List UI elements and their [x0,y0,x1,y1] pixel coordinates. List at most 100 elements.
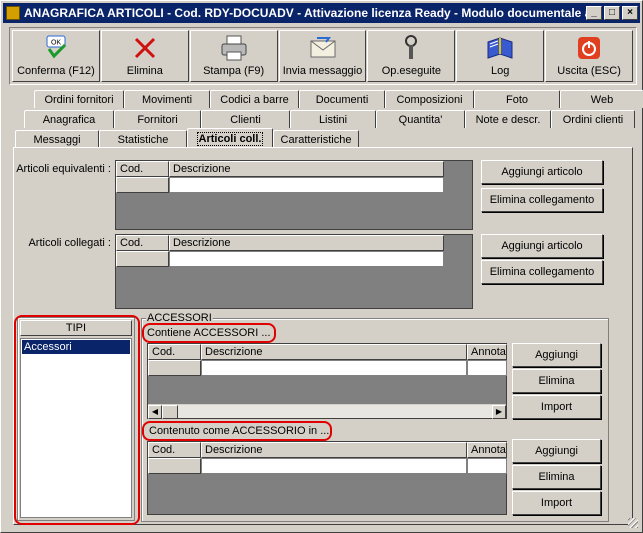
tab-quantita[interactable]: Quantita' [376,110,465,128]
tab-caratteristiche[interactable]: Caratteristiche [273,130,359,148]
col-descrizione-header[interactable]: Descrizione [201,442,467,458]
tab-statistiche[interactable]: Statistiche [99,130,187,148]
uscita-label: Uscita (ESC) [557,65,621,77]
app-icon [6,6,20,20]
tab-messaggi[interactable]: Messaggi [15,130,99,148]
tab-documenti[interactable]: Documenti [299,90,385,108]
conferma-label: Conferma (F12) [17,65,95,77]
minimize-button[interactable]: _ [586,6,602,20]
tab-articoli-coll[interactable]: Articoli coll. [187,128,273,148]
collegati-aggiungi-articolo-button[interactable]: Aggiungi articolo [481,234,603,258]
tab-label: Articoli coll. [196,131,264,146]
tab-row-2: Anagrafica Fornitori Clienti Listini Qua… [13,110,635,128]
equivalenti-grid[interactable]: Cod. Descrizione [115,160,473,230]
col-cod-header[interactable]: Cod. [148,442,201,458]
tab-label: Note e descr. [475,113,541,126]
descrizione-cell[interactable] [169,251,444,267]
uscita-button[interactable]: Uscita (ESC) [545,30,634,82]
col-annota-header[interactable]: Annota [467,344,507,360]
annota-cell[interactable] [467,360,507,376]
tab-clienti[interactable]: Clienti [201,110,290,128]
tab-note-e-descr[interactable]: Note e descr. [465,110,551,128]
tab-row-1: Ordini fornitori Movimenti Codici a barr… [13,90,643,108]
col-cod-header[interactable]: Cod. [116,235,169,251]
wrench-icon [398,33,424,63]
col-descrizione-header[interactable]: Descrizione [169,161,444,177]
main-window: ANAGRAFICA ARTICOLI - Cod. RDY-DOCUADV -… [0,0,643,533]
contenuto-import-button[interactable]: Import [512,491,601,515]
contenuto-elimina-button[interactable]: Elimina [512,465,601,489]
col-cod-header[interactable]: Cod. [148,344,201,360]
ok-badge-text: OK [51,40,61,47]
tipi-highlight [14,315,140,525]
contiene-elimina-button[interactable]: Elimina [512,369,601,393]
collegati-elimina-collegamento-button[interactable]: Elimina collegamento [481,260,603,284]
conferma-button[interactable]: OK Conferma (F12) [12,30,100,82]
collegati-label: Articoli collegati : [28,237,111,249]
row-selector[interactable] [148,360,201,376]
descrizione-cell[interactable] [201,360,467,376]
row-selector[interactable] [148,458,201,474]
descrizione-cell[interactable] [201,458,467,474]
scroll-left-arrow-icon[interactable]: ◀ [148,405,162,419]
contiene-aggiungi-button[interactable]: Aggiungi [512,343,601,367]
tab-label: Caratteristiche [280,133,352,146]
scroll-thumb[interactable] [162,405,178,419]
contenuto-grid[interactable]: Cod. Descrizione Annota [147,441,507,515]
tab-label: Ordini clienti [562,113,624,126]
tab-web[interactable]: Web [560,90,643,108]
contiene-grid[interactable]: Cod. Descrizione Annota ◀ ▶ [147,343,507,419]
invia-messaggio-button[interactable]: Invia messaggio [278,30,367,82]
contiene-highlight [142,323,276,343]
tab-anagrafica[interactable]: Anagrafica [24,110,114,128]
collegati-grid[interactable]: Cod. Descrizione [115,234,473,309]
tab-listini[interactable]: Listini [290,110,376,128]
tab-label: Fornitori [137,113,178,126]
tab-fornitori[interactable]: Fornitori [114,110,201,128]
ok-check-icon: OK [41,33,71,63]
col-cod-header[interactable]: Cod. [116,161,169,177]
op-eseguite-button[interactable]: Op.eseguite [367,30,456,82]
stampa-button[interactable]: Stampa (F9) [189,30,278,82]
maximize-button[interactable]: □ [604,6,620,20]
tab-label: Movimenti [141,93,193,106]
tab-movimenti[interactable]: Movimenti [124,90,210,108]
contiene-h-scrollbar[interactable]: ◀ ▶ [148,404,506,419]
tab-label: Web [590,93,614,106]
col-annota-header[interactable]: Annota [467,442,507,458]
stampa-label: Stampa (F9) [203,65,265,77]
log-button[interactable]: Log [456,30,545,82]
contenuto-aggiungi-button[interactable]: Aggiungi [512,439,601,463]
col-descrizione-header[interactable]: Descrizione [169,235,444,251]
row-selector[interactable] [116,251,169,267]
row-selector[interactable] [116,177,169,193]
tab-label: Anagrafica [42,113,96,126]
tab-label: Ordini fornitori [44,93,114,106]
tab-label: Foto [505,93,528,106]
tab-codici-a-barre[interactable]: Codici a barre [210,90,299,108]
tab-label: Documenti [315,93,369,106]
op-eseguite-label: Op.eseguite [381,65,442,77]
title-bar: ANAGRAFICA ARTICOLI - Cod. RDY-DOCUADV -… [3,3,640,23]
contiene-import-button[interactable]: Import [512,395,601,419]
resize-grip-icon[interactable] [628,518,638,528]
annota-cell[interactable] [467,458,507,474]
tab-label: Listini [318,113,348,126]
tab-foto[interactable]: Foto [474,90,560,108]
scroll-right-arrow-icon[interactable]: ▶ [492,405,506,419]
equivalenti-elimina-collegamento-button[interactable]: Elimina collegamento [481,188,603,212]
equivalenti-aggiungi-articolo-button[interactable]: Aggiungi articolo [481,160,603,184]
tab-label: Statistiche [117,133,169,146]
tab-label: Composizioni [396,93,463,106]
elimina-button[interactable]: Elimina [100,30,189,82]
contenuto-highlight [142,421,332,441]
log-label: Log [491,65,510,77]
tab-ordini-clienti[interactable]: Ordini clienti [551,110,635,128]
envelope-icon [308,33,338,63]
window-title: ANAGRAFICA ARTICOLI - Cod. RDY-DOCUADV -… [24,6,586,20]
close-button[interactable]: × [622,6,638,20]
tab-ordini-fornitori[interactable]: Ordini fornitori [34,90,124,108]
descrizione-cell[interactable] [169,177,444,193]
tab-composizioni[interactable]: Composizioni [385,90,474,108]
col-descrizione-header[interactable]: Descrizione [201,344,467,360]
